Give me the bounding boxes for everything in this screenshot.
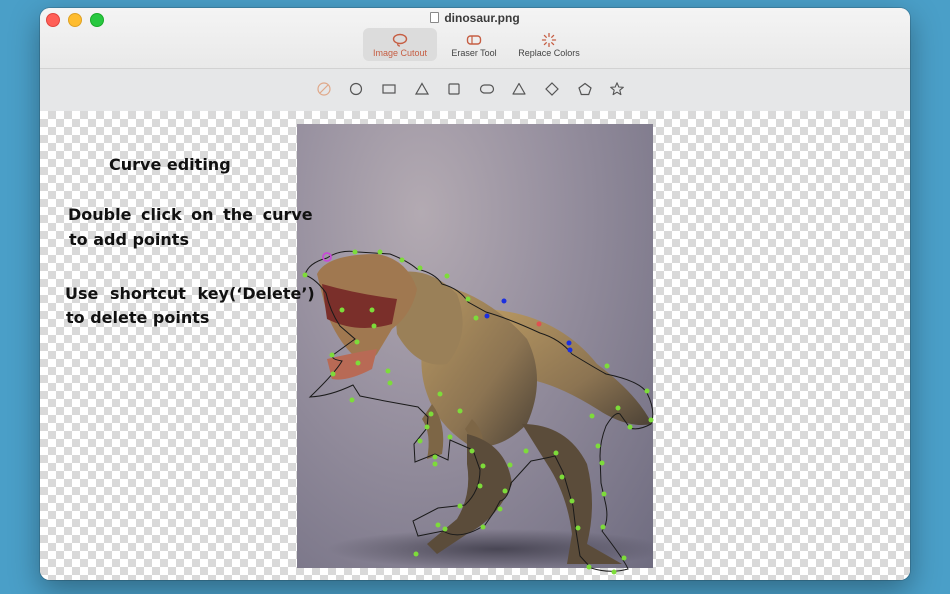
pentagon-icon[interactable] [577,81,593,97]
image-cutout-button[interactable]: Image Cutout [363,28,437,61]
instruction-double-click: Double click on the curve [68,205,313,224]
cutout-curve-overlay[interactable] [40,111,910,580]
rounded-rectangle-icon[interactable] [479,81,495,97]
sparkle-icon [541,33,557,47]
freeform-lasso-icon[interactable] [316,81,332,97]
image-cutout-label: Image Cutout [372,48,428,58]
triangle-icon[interactable] [414,81,430,97]
square-icon[interactable] [446,81,462,97]
mode-toolbar: Image Cutout Eraser Tool Replace Colors [40,28,910,64]
eraser-tool-label: Eraser Tool [451,48,497,58]
instruction-delete-points: to delete points [66,308,210,327]
lasso-icon [392,33,408,47]
window-title: dinosaur.png [40,11,910,25]
title-bar: dinosaur.png Image Cutout Eraser Tool Re… [40,8,910,68]
instruction-add-points: to add points [69,230,189,249]
circle-icon[interactable] [348,81,364,97]
selected-points[interactable] [484,298,573,353]
star-icon[interactable] [609,81,625,97]
active-point[interactable] [536,321,542,327]
replace-colors-label: Replace Colors [518,48,580,58]
control-points[interactable] [302,249,654,575]
curve-editing-heading: Curve editing [109,155,231,174]
app-window: dinosaur.png Image Cutout Eraser Tool Re… [40,8,910,580]
start-point[interactable] [322,252,332,262]
document-icon [430,12,440,23]
instruction-shortcut: Use shortcut key(‘Delete’) [65,284,315,303]
eraser-tool-button[interactable]: Eraser Tool [437,28,511,61]
eraser-icon [466,35,482,45]
shape-selection-toolbar [40,68,910,112]
diamond-icon[interactable] [544,81,560,97]
replace-colors-button[interactable]: Replace Colors [512,28,586,61]
rounded-triangle-icon[interactable] [511,81,527,97]
rectangle-icon[interactable] [381,81,397,97]
editing-canvas[interactable]: Curve editing Double click on the curve … [40,111,910,580]
window-title-text: dinosaur.png [444,11,520,25]
